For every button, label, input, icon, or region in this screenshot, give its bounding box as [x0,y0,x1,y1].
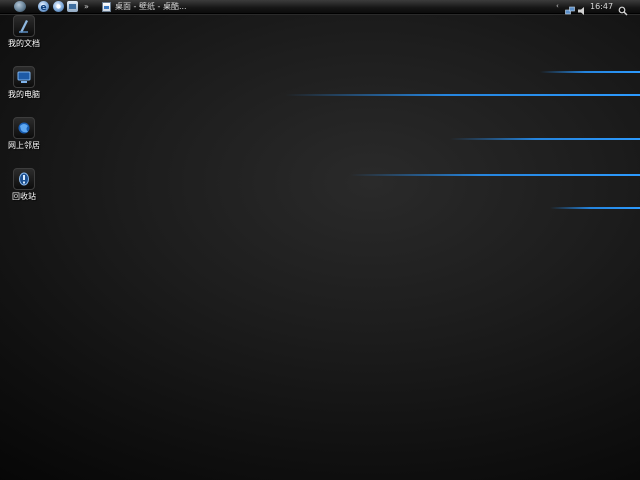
tray-expand-icon[interactable]: ‹ [556,1,559,12]
desktop-icon-label: 我的电脑 [8,90,40,99]
network-places-icon [13,117,35,139]
desktop-icon-label: 我的文档 [8,39,40,48]
explorer-icon[interactable] [67,1,78,12]
start-button[interactable] [14,1,26,12]
wallpaper-streak [550,207,640,209]
desktop-icon-label: 网上邻居 [8,141,40,150]
desktop-icon-my-computer[interactable]: 我的电脑 [0,66,48,100]
desktop-icon-my-documents[interactable]: 我的文档 [0,15,48,49]
wallpaper-streak [285,94,640,96]
taskbar-clock[interactable]: 16:47 [590,0,613,13]
wallpaper-streak [350,174,640,176]
document-icon [102,1,111,12]
svg-text:e: e [41,3,47,12]
desktop-icon-network-places[interactable]: 网上邻居 [0,117,48,151]
volume-icon[interactable] [578,1,587,15]
wallpaper-streak [540,71,640,73]
wallpaper-streak [450,138,640,140]
taskbar-window-button[interactable]: 桌面 - 壁纸 - 桌酷... [100,0,212,13]
my-documents-icon [13,15,35,37]
ie-browser-icon[interactable]: e [38,1,49,12]
taskbar-window-title: 桌面 - 壁纸 - 桌酷... [115,2,187,11]
recycle-bin-icon [13,168,35,190]
show-desktop-icon[interactable] [53,1,64,12]
desktop-icon-recycle-bin[interactable]: 回收站 [0,168,48,202]
my-computer-icon [13,66,35,88]
search-icon[interactable] [618,1,628,16]
taskbar: e » 桌面 - 壁纸 - 桌酷... ‹ 16:47 [0,0,640,16]
quicklaunch-more-icon[interactable]: » [84,1,89,12]
network-status-icon[interactable] [565,1,575,15]
desktop-icon-label: 回收站 [12,192,36,201]
